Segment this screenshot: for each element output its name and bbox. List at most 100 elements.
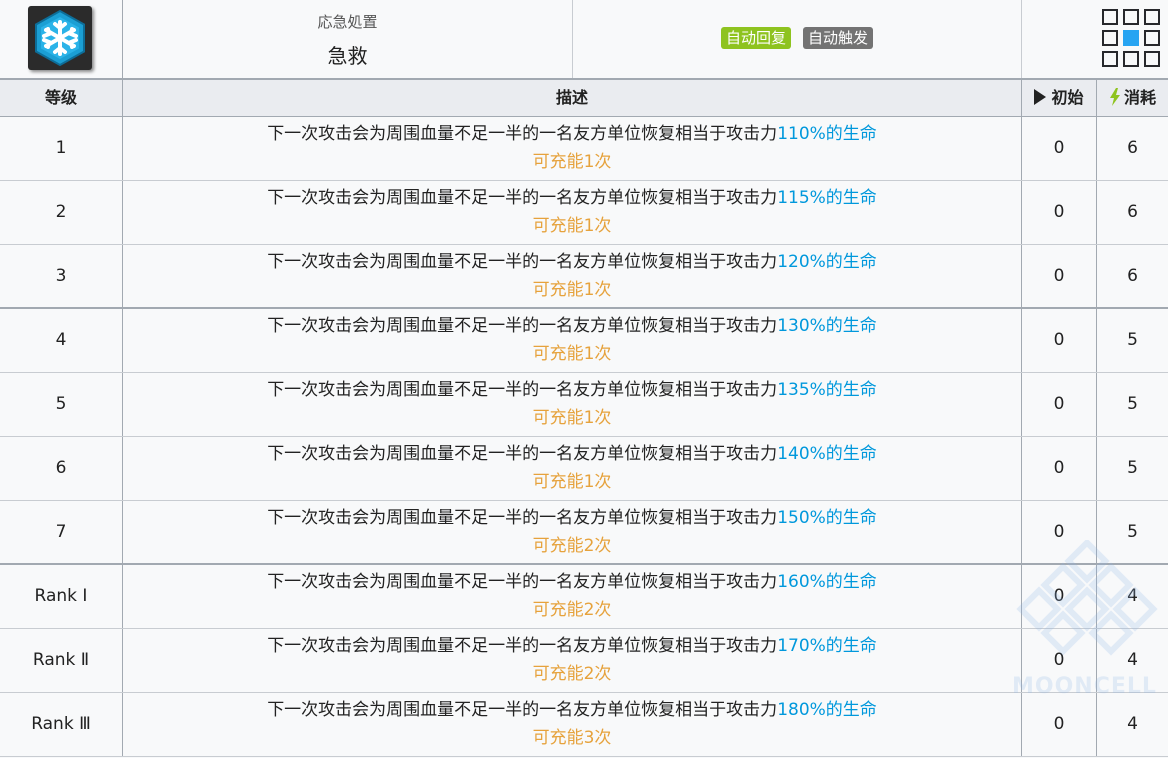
effect-suffix: 的生命 [825, 444, 877, 464]
row-charge-text: 可充能2次 [532, 600, 612, 620]
skill-name: 急救 [327, 44, 368, 68]
effect-suffix: 的生命 [825, 572, 877, 592]
effect-suffix: 的生命 [825, 124, 877, 144]
effect-prefix: 下一次攻击会为周围血量不足一半的一名友方单位恢复相当于攻击力 [267, 636, 778, 656]
row-charge-text: 可充能1次 [532, 152, 612, 172]
row-effect-text: 下一次攻击会为周围血量不足一半的一名友方单位恢复相当于攻击力120%的生命 [123, 251, 1021, 273]
row-level: Rank Ⅰ [0, 565, 123, 628]
range-cell [1144, 9, 1160, 25]
effect-suffix: 的生命 [825, 636, 877, 656]
tag-auto-trigger: 自动触发 [803, 27, 874, 49]
table-row: Rank Ⅰ 下一次攻击会为周围血量不足一半的一名友方单位恢复相当于攻击力160%… [0, 565, 1168, 629]
row-sp-cost: 5 [1127, 330, 1138, 350]
table-row: Rank Ⅱ 下一次攻击会为周围血量不足一半的一名友方单位恢复相当于攻击力170%… [0, 629, 1168, 693]
row-effect-text: 下一次攻击会为周围血量不足一半的一名友方单位恢复相当于攻击力110%的生命 [123, 123, 1021, 145]
row-initial-sp: 0 [1022, 245, 1097, 307]
row-description: 下一次攻击会为周围血量不足一半的一名友方单位恢复相当于攻击力170%的生命 可充能… [123, 629, 1022, 692]
effect-prefix: 下一次攻击会为周围血量不足一半的一名友方单位恢复相当于攻击力 [267, 444, 778, 464]
table-row: 1 下一次攻击会为周围血量不足一半的一名友方单位恢复相当于攻击力110%的生命 可充… [0, 117, 1168, 181]
effect-percent: 160% [777, 572, 826, 592]
effect-percent: 150% [777, 508, 826, 528]
effect-percent: 170% [777, 636, 826, 656]
effect-percent: 110% [777, 124, 826, 144]
row-charge-text: 可充能1次 [532, 216, 612, 236]
row-effect-text: 下一次攻击会为周围血量不足一半的一名友方单位恢复相当于攻击力160%的生命 [123, 571, 1021, 593]
row-level: 3 [0, 245, 123, 307]
tag-auto-recover: 自动回复 [720, 27, 791, 49]
table-row: 6 下一次攻击会为周围血量不足一半的一名友方单位恢复相当于攻击力140%的生命 可充… [0, 437, 1168, 501]
range-self-cell [1123, 30, 1139, 46]
col-cost-label: 消耗 [1123, 88, 1156, 107]
effect-percent: 135% [777, 380, 826, 400]
effect-prefix: 下一次攻击会为周围血量不足一半的一名友方单位恢复相当于攻击力 [267, 508, 778, 528]
row-description: 下一次攻击会为周围血量不足一半的一名友方单位恢复相当于攻击力180%的生命 可充能… [123, 693, 1022, 756]
lightning-bolt-icon [1109, 88, 1120, 106]
play-icon [1034, 89, 1047, 105]
row-sp-cost: 6 [1127, 202, 1138, 222]
table-row: 4 下一次攻击会为周围血量不足一半的一名友方单位恢复相当于攻击力130%的生命 可充… [0, 309, 1168, 373]
col-desc-header: 描述 [123, 80, 1022, 116]
row-charge-text: 可充能2次 [532, 536, 612, 556]
skill-range-cell [1022, 0, 1168, 78]
range-cell [1144, 51, 1160, 67]
row-effect-text: 下一次攻击会为周围血量不足一半的一名友方单位恢复相当于攻击力170%的生命 [123, 635, 1021, 657]
row-charge-text: 可充能1次 [532, 408, 612, 428]
effect-prefix: 下一次攻击会为周围血量不足一半的一名友方单位恢复相当于攻击力 [267, 124, 778, 144]
skill-header: 応急処置 急救 自动回复 自动触发 [0, 0, 1168, 80]
row-description: 下一次攻击会为周围血量不足一半的一名友方单位恢复相当于攻击力160%的生命 可充能… [123, 565, 1022, 628]
table-row: 7 下一次攻击会为周围血量不足一半的一名友方单位恢复相当于攻击力150%的生命 可充… [0, 501, 1168, 565]
effect-prefix: 下一次攻击会为周围血量不足一半的一名友方单位恢复相当于攻击力 [267, 252, 778, 272]
row-effect-text: 下一次攻击会为周围血量不足一半的一名友方单位恢复相当于攻击力135%的生命 [123, 379, 1021, 401]
row-effect-text: 下一次攻击会为周围血量不足一半的一名友方单位恢复相当于攻击力180%的生命 [123, 699, 1021, 721]
effect-suffix: 的生命 [825, 380, 877, 400]
range-cell [1123, 9, 1139, 25]
row-level: Rank Ⅱ [0, 629, 123, 692]
effect-percent: 130% [777, 316, 826, 336]
effect-prefix: 下一次攻击会为周围血量不足一半的一名友方单位恢复相当于攻击力 [267, 700, 778, 720]
skill-name-cell: 応急処置 急救 [123, 0, 573, 78]
range-cell [1102, 30, 1118, 46]
range-cell [1144, 30, 1160, 46]
row-level: 6 [0, 437, 123, 500]
effect-suffix: 的生命 [825, 700, 877, 720]
effect-suffix: 的生命 [825, 188, 877, 208]
skill-icon-cell [0, 0, 123, 78]
row-sp-cost: 4 [1127, 586, 1138, 606]
row-level: 5 [0, 373, 123, 436]
row-description: 下一次攻击会为周围血量不足一半的一名友方单位恢复相当于攻击力135%的生命 可充能… [123, 373, 1022, 436]
col-cost-header: 消耗 [1097, 80, 1168, 116]
row-charge-text: 可充能1次 [532, 280, 612, 300]
row-level: 2 [0, 181, 123, 244]
effect-percent: 120% [777, 252, 826, 272]
range-cell [1123, 51, 1139, 67]
row-sp-cost: 5 [1127, 522, 1138, 542]
row-sp-cost: 5 [1127, 458, 1138, 478]
row-level: 4 [0, 309, 123, 372]
row-sp-cost: 6 [1127, 266, 1138, 286]
effect-suffix: 的生命 [825, 316, 877, 336]
row-charge-text: 可充能2次 [532, 664, 612, 684]
effect-percent: 140% [777, 444, 826, 464]
row-initial-sp: 0 [1022, 437, 1097, 500]
row-sp-cost: 6 [1127, 138, 1138, 158]
row-description: 下一次攻击会为周围血量不足一半的一名友方单位恢复相当于攻击力150%的生命可充能… [123, 501, 1022, 563]
effect-prefix: 下一次攻击会为周围血量不足一半的一名友方单位恢复相当于攻击力 [267, 380, 778, 400]
effect-suffix: 的生命 [825, 508, 877, 528]
row-sp-cost: 5 [1127, 394, 1138, 414]
row-description: 下一次攻击会为周围血量不足一半的一名友方单位恢复相当于攻击力120%的生命 可充能… [123, 245, 1022, 307]
row-description: 下一次攻击会为周围血量不足一半的一名友方单位恢复相当于攻击力115%的生命 可充能… [123, 181, 1022, 244]
table-row: 3 下一次攻击会为周围血量不足一半的一名友方单位恢复相当于攻击力120%的生命 可充… [0, 245, 1168, 309]
row-initial-sp: 0 [1022, 373, 1097, 436]
row-level: Rank Ⅲ [0, 693, 123, 756]
row-charge-text: 可充能1次 [532, 472, 612, 492]
effect-suffix: 的生命 [825, 252, 877, 272]
col-init-header: 初始 [1022, 80, 1097, 116]
row-initial-sp: 0 [1022, 565, 1097, 628]
effect-percent: 115% [777, 188, 826, 208]
row-sp-cost: 4 [1127, 650, 1138, 670]
effect-percent: 180% [777, 700, 826, 720]
row-charge-text: 可充能1次 [532, 344, 612, 364]
range-cell [1102, 9, 1118, 25]
row-description: 下一次攻击会为周围血量不足一半的一名友方单位恢复相当于攻击力140%的生命可充能… [123, 437, 1022, 500]
row-initial-sp: 0 [1022, 629, 1097, 692]
